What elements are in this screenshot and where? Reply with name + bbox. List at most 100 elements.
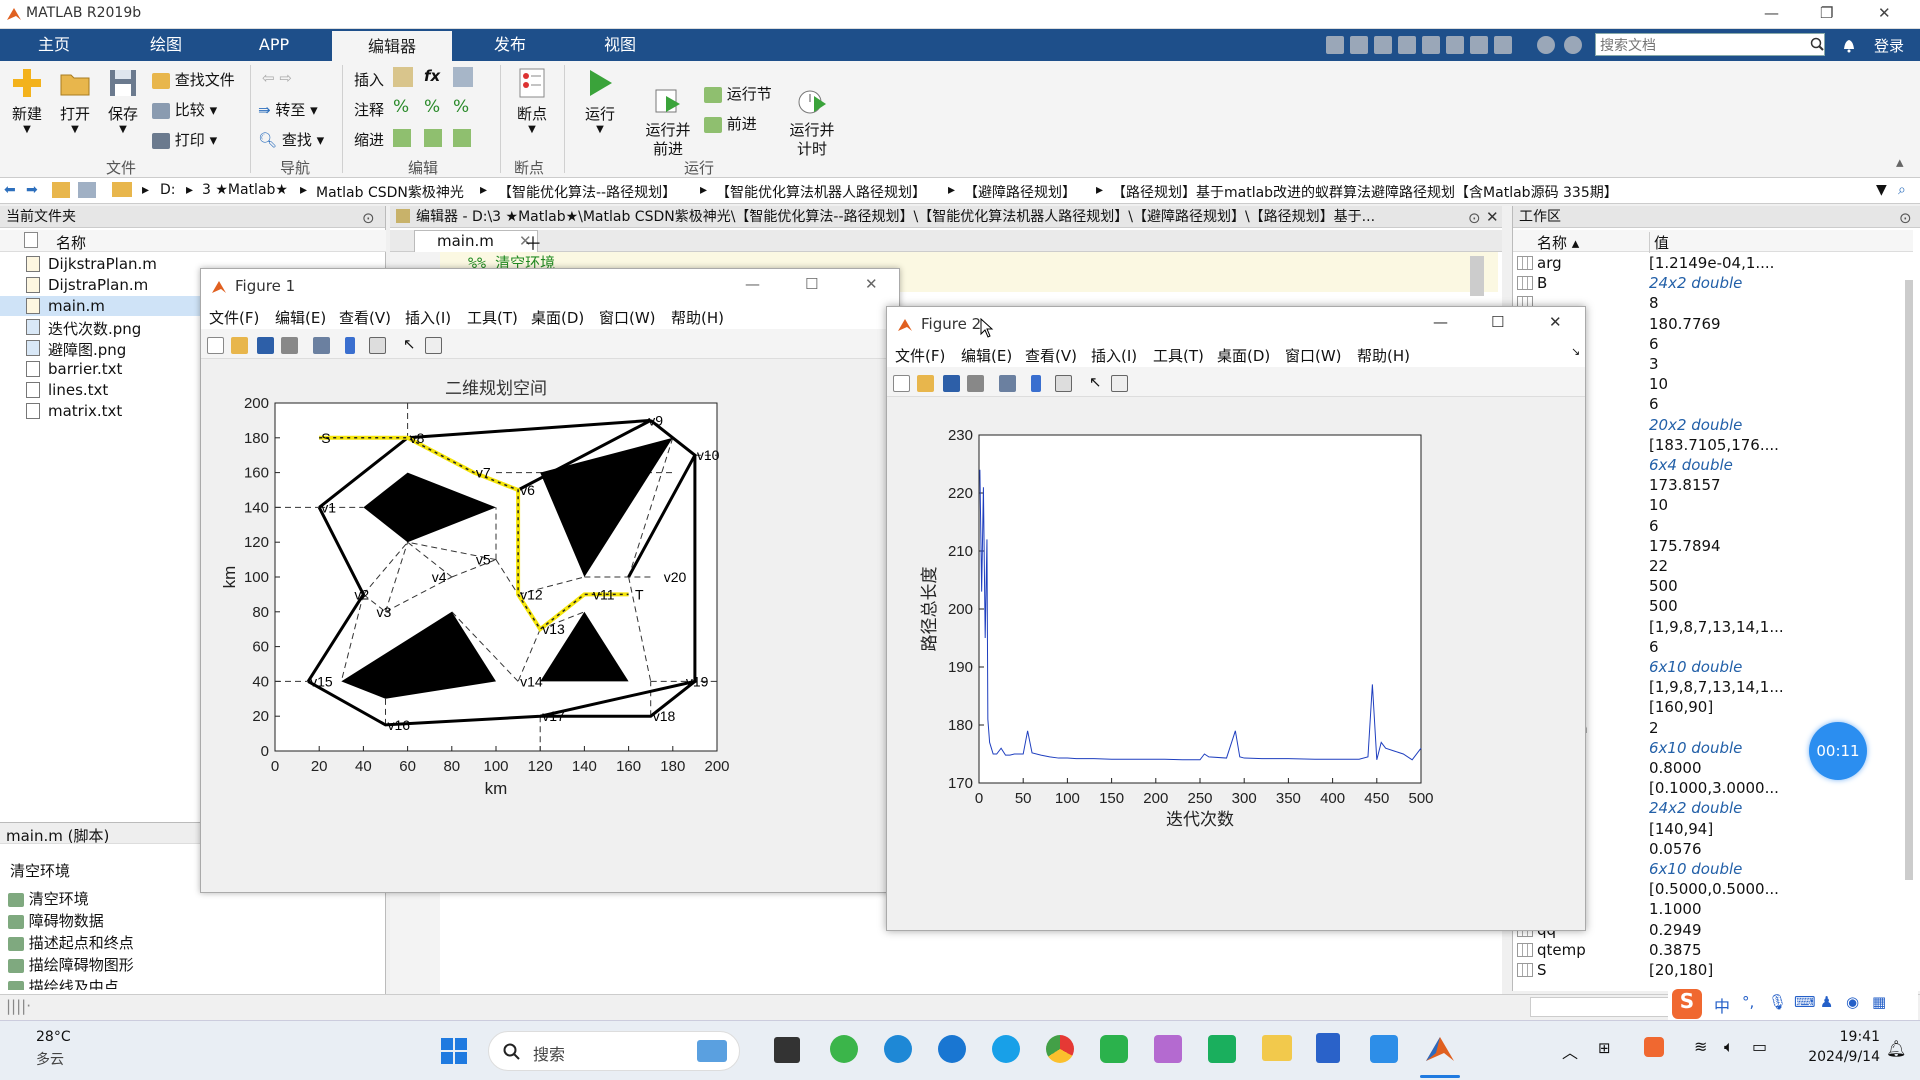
paste-quick-icon[interactable]	[1398, 36, 1416, 54]
menu-help[interactable]: 帮助(H)	[671, 307, 724, 328]
menu-insert[interactable]: 插入(I)	[1091, 345, 1137, 366]
fig2-close-icon[interactable]: ✕	[1549, 313, 1562, 331]
crumb-5[interactable]: 【避障路径规划】	[964, 182, 1076, 202]
address-bar[interactable]: ⬅ ➡ ▸ D: ▸ 3 ★Matlab★ ▸ Matlab CSDN紫极神光 …	[0, 178, 1920, 204]
workspace-menu-icon[interactable]: ⊙	[1899, 209, 1912, 227]
menu-file[interactable]: 文件(F)	[209, 307, 259, 328]
file-explorer-icon[interactable]	[1262, 1035, 1292, 1061]
menu-file[interactable]: 文件(F)	[895, 345, 945, 366]
table-row[interactable]: arg [1.2149e-04,1....	[1513, 254, 1913, 274]
goto-button[interactable]: ⇛ 转至 ▾	[258, 99, 318, 120]
ime-mode-label[interactable]: 中	[1714, 993, 1730, 1017]
weather-desc[interactable]: 多云	[36, 1049, 64, 1069]
panel-menu-icon[interactable]: ⊙	[362, 209, 375, 227]
tab-view[interactable]: 视图	[578, 29, 662, 61]
help-icon[interactable]	[1537, 36, 1555, 54]
smart-indent-icon[interactable]	[393, 129, 411, 147]
insert-label[interactable]: 插入	[354, 69, 384, 90]
uncomment-icon[interactable]: %	[453, 97, 469, 117]
chrome-icon[interactable]	[1046, 1035, 1074, 1063]
increase-indent-icon[interactable]	[424, 129, 442, 147]
fig1-minimize-icon[interactable]: —	[745, 275, 760, 293]
property-editor-icon[interactable]	[425, 337, 442, 354]
task-view-icon[interactable]	[774, 1037, 800, 1063]
close-icon[interactable]: ✕	[1878, 4, 1891, 22]
col-name-label[interactable]: 名称	[56, 232, 86, 253]
print-figure-icon[interactable]	[281, 337, 298, 354]
wechat-icon[interactable]	[1100, 1035, 1128, 1063]
fig2-minimize-icon[interactable]: —	[1433, 313, 1448, 331]
game-icon[interactable]: ◉	[1846, 993, 1859, 1011]
switch-icon[interactable]	[1494, 36, 1512, 54]
list-item[interactable]: 描述起点和终点	[8, 932, 378, 954]
comment-label[interactable]: 注释	[354, 99, 384, 120]
find-files-button[interactable]: 查找文件	[152, 69, 235, 90]
save-figure-icon[interactable]	[943, 375, 960, 392]
colorbar-icon[interactable]	[1031, 375, 1041, 392]
table-row[interactable]: B 24x2 double	[1513, 274, 1913, 294]
up-folder-icon[interactable]	[52, 182, 70, 198]
save-figure-icon[interactable]	[257, 337, 274, 354]
new-figure-icon[interactable]	[207, 337, 224, 354]
back-forward-buttons[interactable]: ⇦ ⇨	[262, 69, 292, 87]
fig1-close-icon[interactable]: ✕	[865, 275, 878, 293]
back-nav-icon[interactable]: ⬅	[4, 182, 16, 198]
comment-icon[interactable]: %	[424, 97, 440, 117]
new-figure-icon[interactable]	[893, 375, 910, 392]
menu-edit[interactable]: 编辑(E)	[961, 345, 1012, 366]
tab-home[interactable]: 主页	[12, 29, 96, 61]
ie-icon[interactable]	[938, 1035, 966, 1063]
360-browser-icon[interactable]	[830, 1035, 858, 1063]
menu-tools[interactable]: 工具(T)	[467, 307, 518, 328]
menu-tools[interactable]: 工具(T)	[1153, 345, 1204, 366]
weather-temp[interactable]: 28°C	[36, 1029, 71, 1045]
clock-date[interactable]: 2024/9/14	[1770, 1049, 1880, 1065]
menu-view[interactable]: 查看(V)	[339, 307, 391, 328]
menu-insert[interactable]: 插入(I)	[405, 307, 451, 328]
volume-icon[interactable]: 🔈︎	[1724, 1037, 1734, 1057]
editor-close-icon[interactable]: ✕	[1486, 208, 1499, 226]
skin-icon[interactable]: ♟	[1820, 993, 1833, 1011]
link-plot-icon[interactable]	[999, 375, 1016, 392]
crumb-3[interactable]: 【智能优化算法--路径规划】	[498, 182, 676, 202]
indent-label[interactable]: 缩进	[354, 129, 384, 150]
recording-timer[interactable]: 00:11	[1809, 722, 1867, 780]
tray-chevron-icon[interactable]: ︿	[1562, 1039, 1578, 1063]
property-editor-icon[interactable]	[1111, 375, 1128, 392]
search-docs-input[interactable]	[1595, 33, 1825, 56]
crumb-2[interactable]: Matlab CSDN紫极神光	[316, 182, 464, 202]
mail-icon[interactable]	[1208, 1035, 1236, 1063]
dock-icon[interactable]: ↘	[1571, 345, 1580, 358]
breakpoints-button[interactable]: 断点 ▼	[512, 67, 552, 135]
link-plot-icon[interactable]	[313, 337, 330, 354]
tab-main-m[interactable]: main.m ✕	[414, 230, 538, 252]
print-button[interactable]: 打印 ▾	[152, 129, 217, 150]
menu-help[interactable]: 帮助(H)	[1357, 345, 1410, 366]
editor-menu-icon[interactable]: ⊙	[1468, 209, 1481, 227]
insert-menu-icon[interactable]	[453, 67, 473, 87]
crumb-1[interactable]: 3 ★Matlab★	[202, 182, 288, 198]
minimize-icon[interactable]: —	[1764, 4, 1779, 22]
open-figure-icon[interactable]	[231, 337, 248, 354]
switch-windows-icon[interactable]	[1470, 36, 1488, 54]
matlab-taskbar-icon[interactable]	[1424, 1033, 1456, 1065]
run-section-button[interactable]: 运行节	[704, 83, 772, 104]
windows-start-icon[interactable]	[440, 1037, 468, 1065]
colorbar-icon[interactable]	[345, 337, 355, 354]
community-icon[interactable]	[1564, 36, 1582, 54]
crumb-6[interactable]: 【路径规划】基于matlab改进的蚁群算法避障路径规划【含Matlab源码 33…	[1112, 182, 1618, 202]
browser2-icon[interactable]	[992, 1035, 1020, 1063]
tray-sogou-icon[interactable]	[1644, 1037, 1664, 1057]
toolbox-icon[interactable]: ▦	[1872, 993, 1886, 1011]
editor-scrollbar[interactable]	[1470, 256, 1484, 296]
taskbar-search[interactable]: 搜索	[488, 1031, 740, 1071]
address-dropdown-icon[interactable]: ▼	[1876, 182, 1887, 198]
menu-edit[interactable]: 编辑(E)	[275, 307, 326, 328]
advance-button[interactable]: 前进	[704, 113, 757, 134]
menu-desktop[interactable]: 桌面(D)	[1217, 345, 1270, 366]
photos-icon[interactable]	[1370, 1035, 1398, 1063]
snipping-tool-icon[interactable]	[1154, 1035, 1182, 1063]
pointer-icon[interactable]: ↖	[1089, 375, 1106, 392]
bell-icon[interactable]	[1842, 37, 1856, 53]
notification-bell-icon[interactable]: 🔔︎	[1886, 1039, 1906, 1058]
